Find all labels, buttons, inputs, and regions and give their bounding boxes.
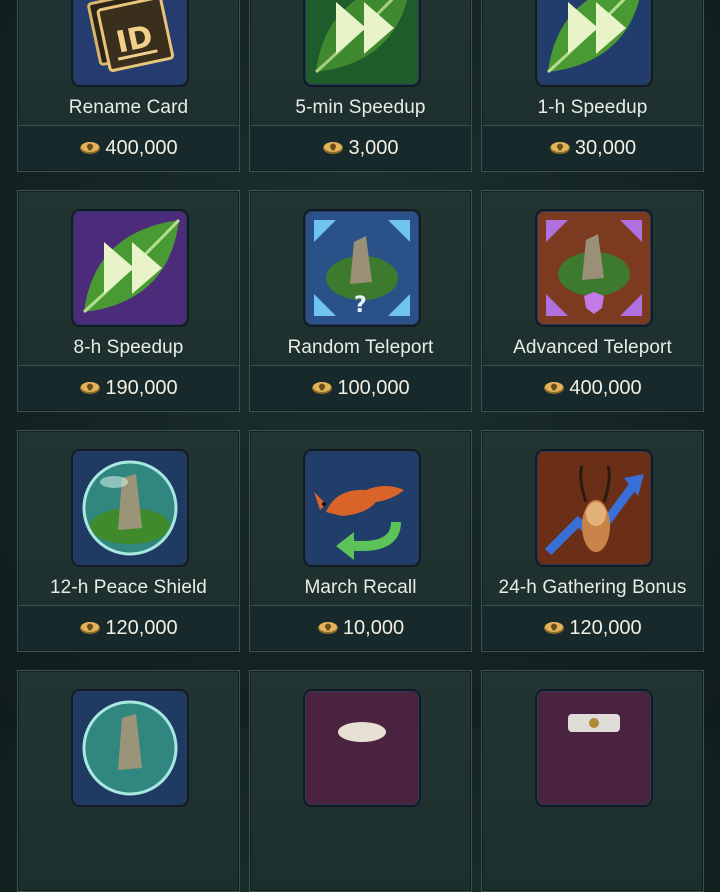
coin-skull-icon — [317, 620, 339, 636]
random-teleport-icon: ? — [305, 211, 419, 325]
item-price: 10,000 — [342, 616, 405, 639]
item-price: 100,000 — [337, 376, 410, 399]
coin-skull-icon — [79, 140, 101, 156]
item-price: 120,000 — [105, 616, 178, 639]
price-bar: 400,000 — [482, 365, 703, 410]
item-name: 5-min Speedup — [295, 97, 426, 118]
item-name: Advanced Teleport — [513, 337, 672, 358]
shop-item-1h-speedup[interactable]: 1-h Speedup 30,000 — [481, 0, 704, 172]
price-bar: 10,000 — [250, 605, 471, 650]
advanced-teleport-icon — [537, 211, 651, 325]
item-name: 12-h Peace Shield — [50, 577, 207, 598]
price-bar: 3,000 — [250, 125, 471, 170]
shop-item-partial[interactable] — [17, 670, 240, 892]
shop-item-advanced-teleport[interactable]: Advanced Teleport 400,000 — [481, 190, 704, 412]
shop-item-partial[interactable] — [481, 670, 704, 892]
svg-text:?: ? — [354, 293, 367, 318]
item-price: 3,000 — [348, 136, 399, 159]
item-name: Random Teleport — [287, 337, 434, 358]
item-icon — [305, 691, 419, 805]
price-bar: 120,000 — [18, 605, 239, 650]
coin-skull-icon — [549, 140, 571, 156]
speedup-5min-icon — [305, 0, 419, 85]
speedup-8h-icon — [73, 211, 187, 325]
coin-skull-icon — [543, 620, 565, 636]
item-name: March Recall — [304, 577, 417, 598]
march-recall-icon — [305, 451, 419, 565]
shop-item-gathering-bonus[interactable]: 24-h Gathering Bonus 120,000 — [481, 430, 704, 652]
coin-skull-icon — [322, 140, 344, 156]
gathering-bonus-icon — [537, 451, 651, 565]
item-name: Rename Card — [68, 97, 189, 118]
shop-item-8h-speedup[interactable]: 8-h Speedup 190,000 — [17, 190, 240, 412]
price-bar: 120,000 — [482, 605, 703, 650]
coin-skull-icon — [79, 620, 101, 636]
item-price: 400,000 — [569, 376, 642, 399]
shop-item-grid: ID Rename Card 400,000 5-min Speedup 3,0… — [0, 0, 720, 892]
price-bar: 190,000 — [18, 365, 239, 410]
item-name: 1-h Speedup — [537, 97, 648, 118]
peace-shield-icon — [73, 451, 187, 565]
item-price: 120,000 — [569, 616, 642, 639]
item-name: 24-h Gathering Bonus — [498, 577, 687, 598]
peace-shield-icon — [73, 691, 187, 805]
rename-card-icon: ID — [73, 0, 187, 85]
item-name: 8-h Speedup — [73, 337, 184, 358]
price-bar: 400,000 — [18, 125, 239, 170]
shop-item-march-recall[interactable]: March Recall 10,000 — [249, 430, 472, 652]
speedup-1h-icon — [537, 0, 651, 85]
price-bar: 100,000 — [250, 365, 471, 410]
item-price: 190,000 — [105, 376, 178, 399]
item-icon — [537, 691, 651, 805]
item-price: 30,000 — [574, 136, 637, 159]
shop-item-partial[interactable] — [249, 670, 472, 892]
price-bar: 30,000 — [482, 125, 703, 170]
shop-item-peace-shield[interactable]: 12-h Peace Shield 120,000 — [17, 430, 240, 652]
item-price: 400,000 — [105, 136, 178, 159]
shop-item-random-teleport[interactable]: ? Random Teleport 100,000 — [249, 190, 472, 412]
coin-skull-icon — [311, 380, 333, 396]
coin-skull-icon — [543, 380, 565, 396]
coin-skull-icon — [79, 380, 101, 396]
shop-item-5min-speedup[interactable]: 5-min Speedup 3,000 — [249, 0, 472, 172]
shop-item-rename-card[interactable]: ID Rename Card 400,000 — [17, 0, 240, 172]
